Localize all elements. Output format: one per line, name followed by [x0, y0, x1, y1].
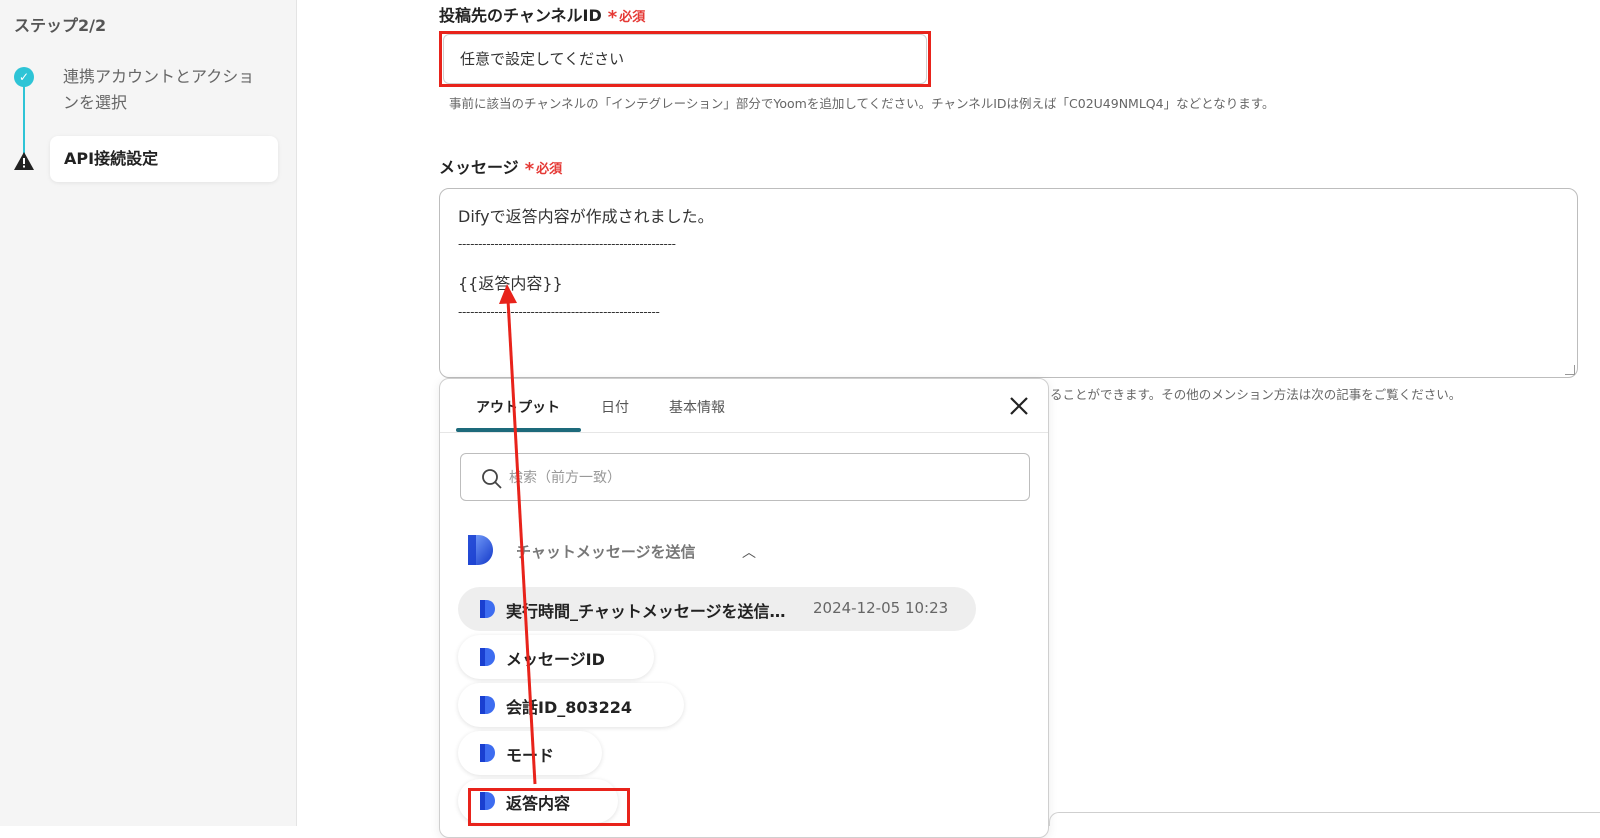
tab-output[interactable]: アウトプット — [476, 397, 560, 417]
message-hint: ることができます。その他のメンション方法は次の記事をご覧ください。 — [1050, 387, 1462, 402]
active-tab-indicator — [456, 428, 581, 432]
next-card-edge — [1049, 812, 1600, 826]
step2-label: API接続設定 — [64, 149, 159, 168]
output-item-label: 会話ID_803224 — [506, 698, 633, 717]
check-icon: ✓ — [14, 67, 34, 87]
output-item[interactable]: モード — [458, 731, 602, 775]
message-variable-token: {{返答内容}} — [458, 274, 563, 293]
message-divider-line: ----------------------------------------… — [458, 237, 676, 251]
step1-label[interactable]: 連携アカウントとアクションを選択 — [63, 64, 263, 116]
close-icon[interactable] — [1006, 393, 1032, 419]
group-label: チャットメッセージを送信 — [516, 543, 696, 561]
dify-logo-icon — [480, 648, 495, 666]
output-picker-popup: アウトプット 日付 基本情報 チャットメッセージを送信 ︿ 実行時間_チャットメ… — [439, 378, 1049, 838]
response-item-highlight-box — [468, 788, 630, 826]
output-item-label: メッセージID — [506, 650, 605, 669]
message-divider-line: ----------------------------------------… — [458, 305, 660, 319]
tab-basic-info[interactable]: 基本情報 — [669, 397, 725, 417]
tab-date[interactable]: 日付 — [601, 397, 629, 417]
message-line: Difyで返答内容が作成されました。 — [458, 207, 714, 226]
output-item-label: 実行時間_チャットメッセージを送信… — [506, 602, 786, 621]
step-header: ステップ2/2 — [14, 16, 107, 35]
channel-id-label: 投稿先のチャンネルID * 必須 — [439, 2, 645, 28]
channel-id-label-text: 投稿先のチャンネルID — [439, 6, 602, 25]
dify-logo-icon — [480, 696, 495, 714]
message-label: メッセージ * 必須 — [439, 154, 562, 180]
warning-icon — [14, 152, 34, 170]
output-item-value: 2024-12-05 10:23 — [813, 599, 949, 617]
message-label-text: メッセージ — [439, 158, 519, 177]
required-badge: * 必須 — [607, 7, 646, 28]
step2-card[interactable]: API接続設定 — [50, 136, 278, 182]
output-search-box[interactable] — [460, 453, 1030, 501]
required-badge: * 必須 — [524, 159, 563, 180]
channel-id-hint: 事前に該当のチャンネルの「インテグレーション」部分でYoomを追加してください。… — [449, 96, 1275, 111]
chevron-up-icon[interactable]: ︿ — [742, 542, 756, 562]
output-item-label: モード — [506, 746, 555, 765]
search-input[interactable] — [509, 466, 989, 490]
search-icon — [482, 469, 502, 489]
step-progress-line — [23, 84, 25, 156]
sidebar: ステップ2/2 ✓ 連携アカウントとアクションを選択 API接続設定 — [0, 0, 297, 826]
resize-handle[interactable] — [1565, 365, 1575, 375]
output-item[interactable]: 実行時間_チャットメッセージを送信… 2024-12-05 10:23 — [458, 587, 976, 631]
output-item[interactable]: 会話ID_803224 — [458, 683, 684, 727]
dify-logo-icon — [468, 535, 493, 565]
message-textarea[interactable]: Difyで返答内容が作成されました。 ---------------------… — [439, 188, 1578, 378]
dify-logo-icon — [480, 744, 495, 762]
dify-logo-icon — [480, 600, 495, 618]
channel-id-highlight-box — [439, 31, 931, 87]
output-item[interactable]: メッセージID — [458, 635, 654, 679]
popup-tabs: アウトプット 日付 基本情報 — [440, 379, 1048, 433]
